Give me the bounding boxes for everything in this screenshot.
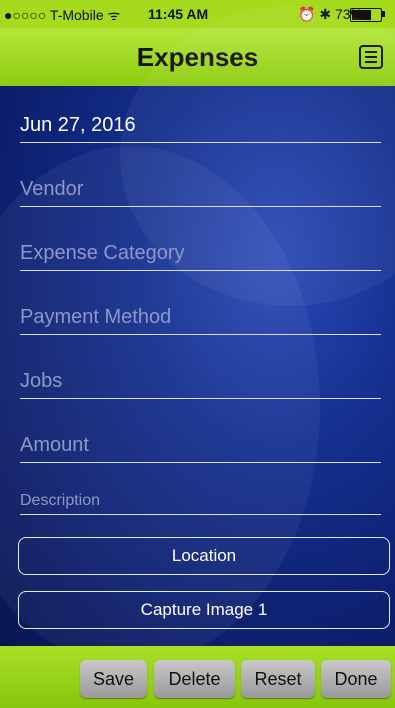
carrier-label: ●○○○○ T-Mobile ᯤ: [4, 7, 121, 23]
payment-method-field[interactable]: Payment Method: [20, 306, 381, 335]
location-button[interactable]: Location: [18, 537, 390, 575]
expense-category-field[interactable]: Expense Category: [20, 242, 381, 271]
expense-form: Jun 27, 2016 Vendor Expense Category Pay…: [0, 6, 395, 666]
capture-image-button[interactable]: Capture Image 1: [18, 591, 390, 629]
bottom-toolbar: Save Delete Reset Done: [0, 646, 395, 708]
amount-field[interactable]: Amount: [20, 434, 381, 463]
delete-button[interactable]: Delete: [154, 660, 235, 698]
battery-tip: [382, 11, 385, 17]
description-field[interactable]: Description: [20, 492, 381, 515]
jobs-field[interactable]: Jobs: [20, 370, 381, 399]
date-field[interactable]: Jun 27, 2016: [20, 114, 381, 143]
reset-button[interactable]: Reset: [241, 660, 315, 698]
done-button[interactable]: Done: [321, 660, 391, 698]
expenses-screen: ●○○○○ T-Mobile ᯤ 11:45 AM ⏰ ✱ 73% Expens…: [0, 0, 395, 708]
clock-time: 11:45 AM: [148, 6, 209, 22]
vendor-field[interactable]: Vendor: [20, 178, 381, 207]
save-button[interactable]: Save: [80, 660, 147, 698]
